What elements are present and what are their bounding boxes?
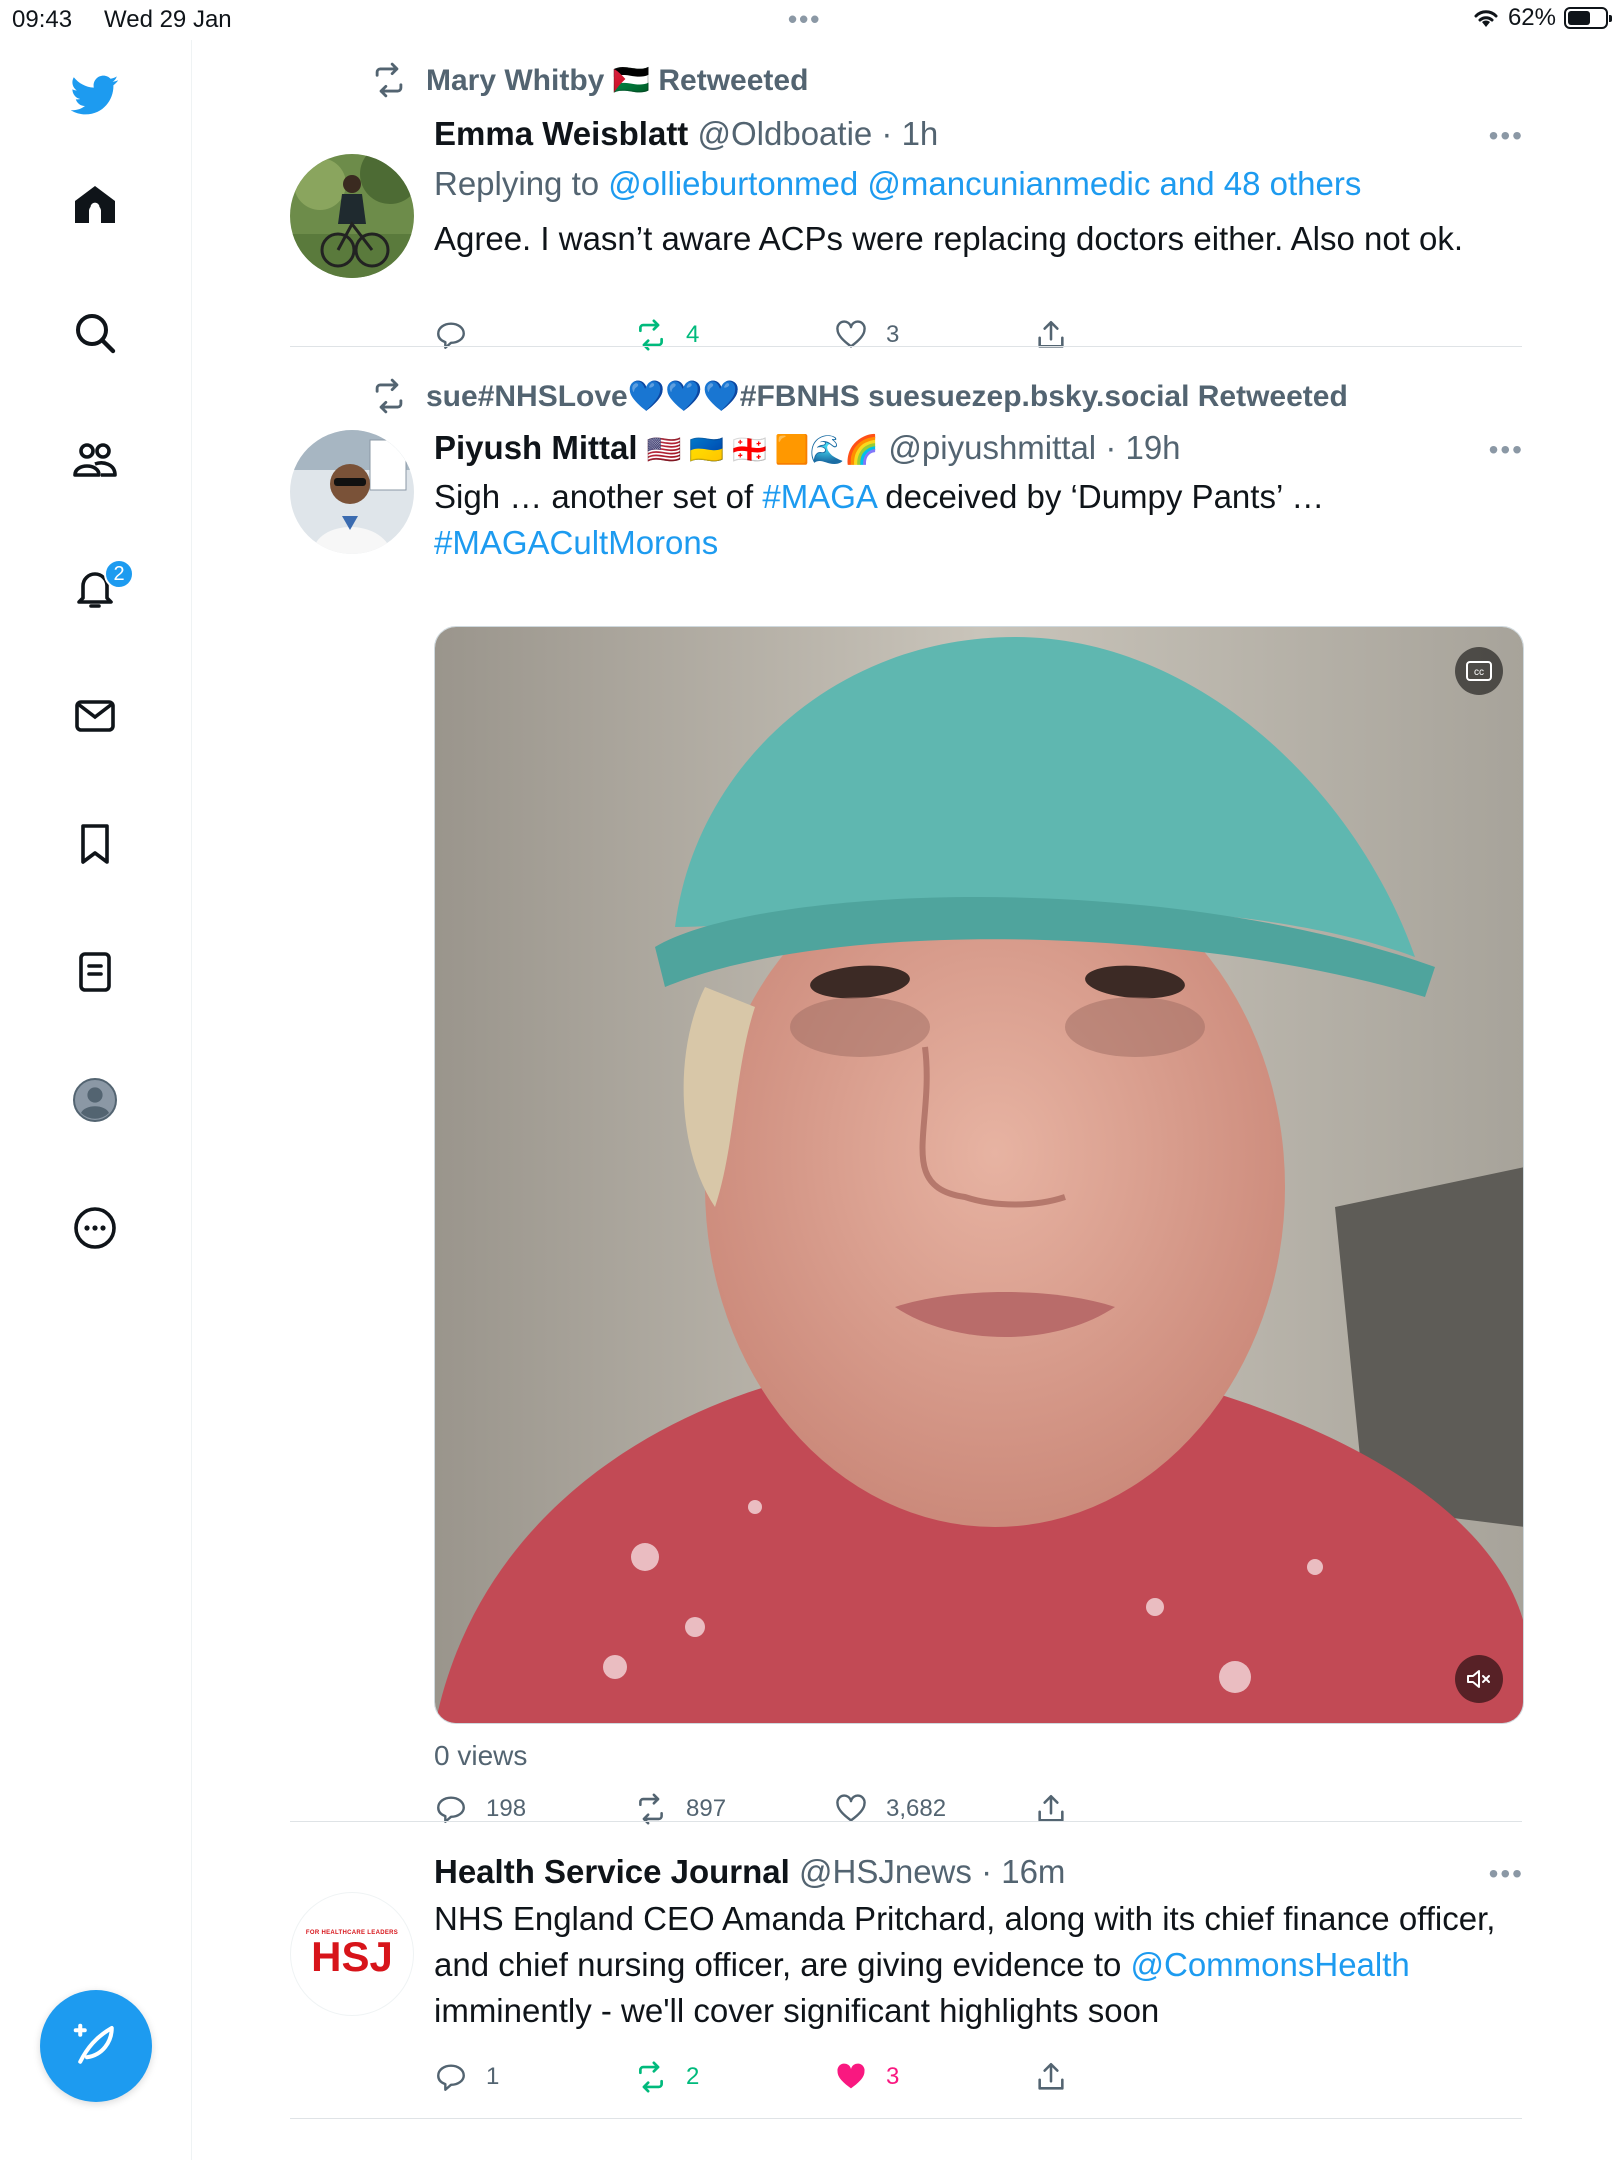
share-button[interactable] [1034,2060,1086,2094]
replying-to-mentions[interactable]: @ollieburtonmed @mancunianmedic and 48 o… [608,165,1361,202]
tweet-actions: 198 897 3,682 [434,1792,1134,1832]
battery-percent: 62% [1507,4,1556,31]
messages-icon[interactable] [60,681,130,751]
avatar[interactable] [290,154,414,278]
tweet[interactable]: Piyush Mittal 🇺🇸 🇺🇦 🇬🇪 🟧🌊🌈 @piyushmittal… [290,426,1524,1876]
tweet-divider [290,346,1522,347]
tweet[interactable]: Emma Weisblatt @Oldboatie · 1h ••• Reply… [290,112,1522,372]
retweet-context[interactable]: Mary Whitby 🇵🇸 Retweeted [370,60,808,100]
user-handle[interactable]: @HSJnews [799,1853,972,1890]
home-icon[interactable] [60,170,130,240]
reply-count: 1 [486,2063,500,2090]
twitter-logo-icon[interactable] [60,60,130,130]
retweet-icon [375,378,403,414]
user-handle[interactable]: @Oldboatie [697,115,872,152]
compose-feather-icon [73,2023,114,2064]
mention-link[interactable]: @CommonsHealth [1131,1946,1410,1983]
notification-badge: 2 [104,559,134,589]
display-name[interactable]: Health Service Journal [434,1853,790,1890]
compose-tweet-button[interactable] [40,1990,152,2102]
tweet-divider [290,2118,1522,2119]
retweet-context[interactable]: sue#NHSLove💙💙💙#FBNHS suesuezep.bsky.soci… [370,376,1348,416]
display-name[interactable]: Emma Weisblatt [434,115,688,152]
status-date: Wed 29 Jan [104,6,232,33]
speaker-muted-icon [1467,1670,1490,1688]
search-icon[interactable] [60,298,130,368]
svg-text:cc: cc [1474,667,1484,678]
hashtag-link[interactable]: #MAGA [762,478,876,515]
like-count: 3 [886,321,900,348]
display-name[interactable]: Piyush Mittal [434,429,638,466]
communities-icon[interactable] [60,426,130,496]
reply-icon [437,2064,465,2091]
captions-button[interactable]: cc [1455,647,1503,695]
like-button[interactable]: 3 [834,2060,899,2094]
avatar[interactable]: FOR HEALTHCARE LEADERS HSJ [290,1892,414,2016]
tweet-header: Health Service Journal @HSJnews · 16m [434,1850,1524,1894]
avatar-logo-text: HSJ [311,1933,393,1980]
sidebar: 2 [0,40,192,2160]
like-count: 3 [886,2063,900,2090]
like-count: 3,682 [886,1795,947,1822]
tweet-timestamp[interactable]: · 16m [981,1853,1065,1890]
video-player[interactable]: cc [434,626,1524,1724]
share-icon [1038,2062,1064,2090]
tweet-header: Piyush Mittal 🇺🇸 🇺🇦 🇬🇪 🟧🌊🌈 @piyushmittal… [434,426,1524,472]
tweet[interactable]: FOR HEALTHCARE LEADERS HSJ Health Servic… [290,1850,1522,2140]
more-options-icon[interactable]: ••• [1484,434,1524,465]
tweet-text: Sigh … another set of #MAGA deceived by … [434,474,1524,566]
more-icon[interactable] [60,1193,130,1263]
reply-count: 198 [486,1795,527,1822]
name-emoji: 🇺🇸 🇺🇦 🇬🇪 🟧🌊🌈 [646,434,880,465]
more-options-icon[interactable]: ••• [1484,1858,1524,1889]
bookmarks-icon[interactable] [60,809,130,879]
tweet-timestamp[interactable]: · 19h [1105,429,1180,466]
more-options-icon[interactable]: ••• [1484,120,1524,151]
tweet-divider [290,1821,1522,1822]
tweet-text: NHS England CEO Amanda Pritchard, along … [434,1896,1524,2034]
tweet-timestamp[interactable]: · 1h [881,115,938,152]
notifications-icon[interactable]: 2 [60,553,134,623]
multitasking-dots-icon[interactable]: ••• [788,4,821,35]
tweet-actions: 4 3 [434,318,1134,358]
status-time: 09:43 [12,6,73,33]
replying-to: Replying to @ollieburtonmed @mancunianme… [434,162,1524,206]
wifi-icon [1474,10,1498,27]
heart-filled-icon [837,2063,865,2089]
tweet-text-part: Sigh … another set of [434,478,763,515]
video-thumbnail [435,627,1523,1723]
retweet-icon [375,62,403,98]
user-handle[interactable]: @piyushmittal [888,429,1096,466]
retweeted-by-label: Mary Whitby 🇵🇸 Retweeted [426,63,809,97]
status-indicators: 62% [1472,4,1612,32]
retweet-button[interactable]: 2 [634,2060,699,2094]
battery-icon [1564,7,1612,29]
tweet-text-part: imminently - we'll cover significant hig… [434,1992,1160,2029]
retweet-icon [639,2061,663,2093]
battery-level [1568,11,1591,25]
tweet-text: Agree. I wasn’t aware ACPs were replacin… [434,220,1464,257]
hashtag-link[interactable]: #MAGACultMorons [434,524,718,561]
retweet-count: 897 [686,1795,727,1822]
profile-icon[interactable] [60,1065,130,1135]
tweet-header: Emma Weisblatt @Oldboatie · 1h [434,112,1524,156]
retweeted-by-label: sue#NHSLove💙💙💙#FBNHS suesuezep.bsky.soci… [426,379,1348,413]
lists-icon[interactable] [60,937,130,1007]
view-count: 0 views [434,1740,528,1771]
replying-to-label: Replying to [434,165,600,202]
status-bar: 09:43 Wed 29 Jan ••• 62% [0,0,1620,40]
retweet-count: 2 [686,2063,700,2090]
tweet-actions: 1 2 3 [434,2060,1134,2100]
tweet-text-part: deceived by ‘Dumpy Pants’ … [876,478,1325,515]
captions-icon: cc [1466,661,1492,681]
reply-button[interactable]: 1 [434,2060,499,2094]
avatar[interactable] [290,430,414,554]
mute-button[interactable] [1455,1655,1503,1703]
retweet-count: 4 [686,321,700,348]
